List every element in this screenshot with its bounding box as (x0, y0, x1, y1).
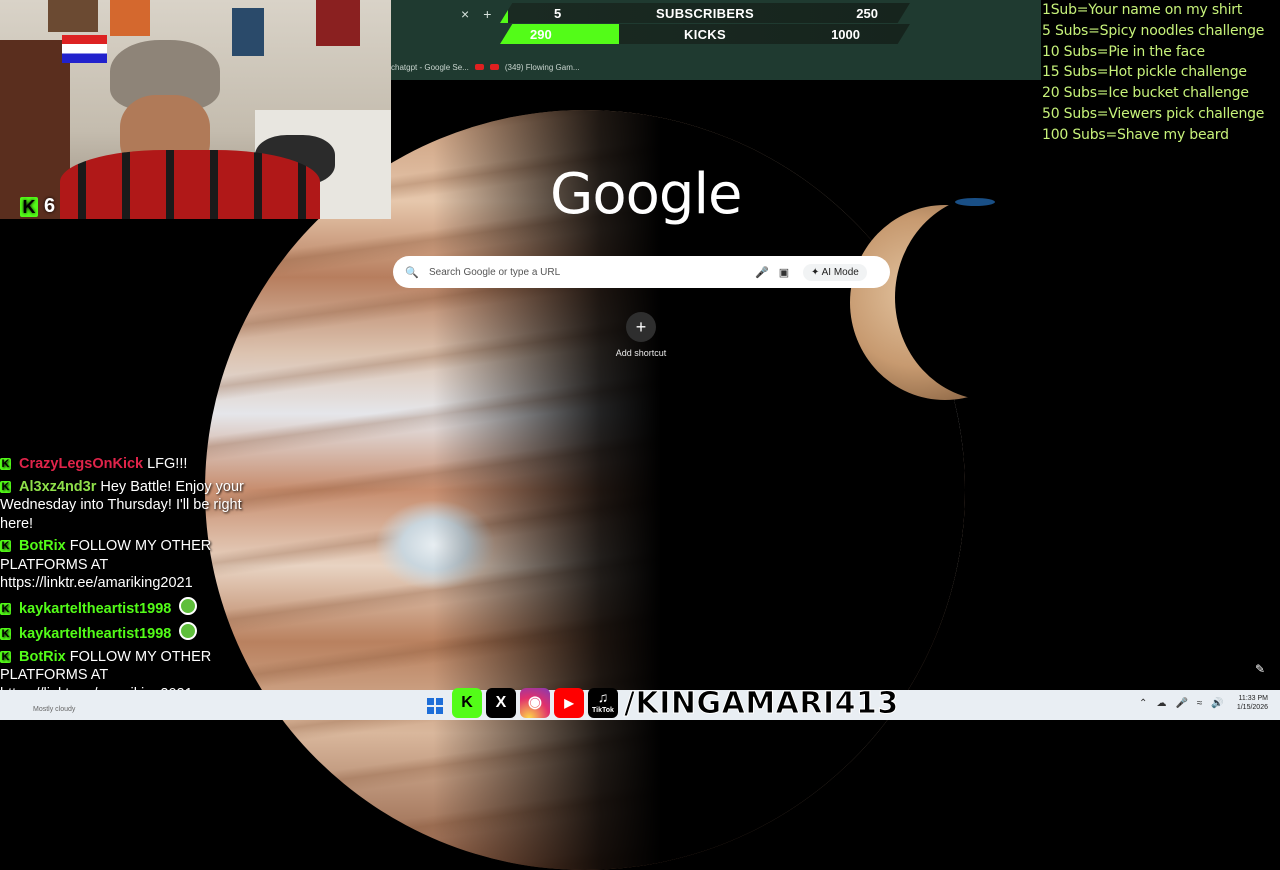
webcam-poster (232, 8, 264, 56)
chat-username: kaykarteltheartist1998 (19, 626, 172, 642)
chat-overlay: K CrazyLegsOnKick LFG!!! K Al3xz4nd3r Hey Ba… (0, 455, 265, 707)
kick-badge-icon: K (0, 602, 11, 615)
tiktok-logo-icon: ♫ TikTok (588, 688, 618, 718)
google-lens-icon[interactable]: ▣ (773, 266, 795, 279)
google-logo: Google (550, 162, 742, 227)
tiktok-note-icon: ♫ (597, 689, 609, 705)
microphone-icon[interactable]: 🎤 (1175, 698, 1187, 709)
add-shortcut-button[interactable]: + Add shortcut (601, 312, 681, 358)
wallpaper-moon-shadow (895, 195, 1085, 400)
chat-message: K CrazyLegsOnKick LFG!!! (0, 455, 265, 474)
chat-username: Al3xz4nd3r (19, 478, 97, 495)
close-tab-icon[interactable]: × (461, 6, 469, 22)
sub-goal-item: 20 Subs=Ice bucket challenge (1042, 85, 1249, 102)
stream-goal-overlay: 5 SUBSCRIBERS 250 290 KICKS 1000 (500, 3, 910, 45)
bookmarks-bar: chatgpt - Google Se... (349) Flowing Gam… (391, 60, 580, 74)
webcam-poster (316, 0, 360, 46)
new-tab-icon[interactable]: + (483, 6, 491, 22)
webcam-feed: K 6 (0, 0, 391, 219)
chat-message: Kkaykarteltheartist1998 (0, 622, 265, 644)
wallpaper-moon-glow (955, 198, 995, 206)
webcam-flag (62, 35, 107, 63)
emote-icon (179, 596, 198, 615)
ai-mode-button[interactable]: ✦ AI Mode (803, 263, 867, 281)
add-shortcut-label: Add shortcut (615, 348, 667, 358)
youtube-icon (489, 64, 499, 70)
tiktok-label: TikTok (592, 707, 614, 714)
cloud-icon[interactable]: ☁ (1156, 698, 1166, 709)
clock-time: 11:33 PM (1238, 695, 1268, 702)
search-input[interactable] (427, 265, 751, 279)
sub-goal-item: 50 Subs=Viewers pick challenge (1042, 105, 1265, 122)
volume-icon[interactable]: 🔊 (1211, 698, 1223, 709)
sub-goal-item: 1Sub=Your name on my shirt (1042, 2, 1243, 18)
plus-icon: + (626, 312, 656, 342)
kick-logo-icon: K (20, 196, 38, 217)
microphone-icon[interactable]: 🎤 (751, 266, 773, 279)
sub-goals-list: 1Sub=Your name on my shirt 5 Subs=Spicy … (1042, 0, 1280, 146)
kicks-target: 1000 (831, 27, 860, 42)
clock-date: 1/15/2026 (1236, 704, 1268, 711)
chat-text: LFG!!! (147, 456, 188, 472)
kick-logo-icon: K (452, 688, 482, 718)
subscribers-target: 250 (856, 6, 878, 21)
chat-username: BotRix (19, 648, 66, 665)
chat-username: kaykarteltheartist1998 (19, 600, 172, 617)
kicks-goal: 290 KICKS 1000 (500, 24, 910, 44)
instagram-logo-icon: ◉ (520, 688, 550, 718)
ai-mode-label: AI Mode (821, 266, 859, 278)
kick-badge-icon: K (0, 650, 11, 663)
kick-badge-icon: K (0, 540, 11, 552)
youtube-icon[interactable] (474, 64, 484, 70)
windows-start-icon[interactable] (427, 698, 443, 714)
search-icon: 🔍 (405, 266, 419, 279)
subscribers-goal: 5 SUBSCRIBERS 250 (500, 3, 910, 23)
x-logo-icon: X (486, 688, 516, 718)
clock[interactable]: 11:33 PM 1/15/2026 (1237, 694, 1268, 712)
viewer-count-badge: K 6 (20, 195, 55, 218)
kick-badge-icon: K (0, 458, 11, 470)
social-links-strip: K X ◉ ▶ ♫ TikTok /KINGAMARI413 (452, 685, 899, 721)
bookmark-flowing-games[interactable]: (349) Flowing Gam... (505, 63, 580, 72)
chat-message: Kkaykarteltheartist1998 (0, 596, 265, 619)
youtube-logo-icon: ▶ (554, 688, 584, 718)
network-icon[interactable]: ≈ (1197, 698, 1203, 709)
emote-icon (179, 622, 198, 640)
webcam-poster (110, 0, 150, 36)
google-search-box[interactable]: 🔍 🎤 ▣ ✦ AI Mode (393, 256, 890, 288)
kick-badge-icon: K (0, 628, 11, 640)
chat-username: CrazyLegsOnKick (19, 456, 144, 472)
chat-username: BotRix (19, 538, 66, 554)
system-tray: ⌃ ☁ 🎤 ≈ 🔊 11:33 PM 1/15/2026 (1139, 694, 1268, 712)
sub-goal-item: 100 Subs=Shave my beard (1042, 126, 1229, 143)
chat-message: KBotRixFOLLOW MY OTHER PLATFORMS AT http… (0, 537, 265, 593)
sub-goal-item: 5 Subs=Spicy noodles challenge (1042, 22, 1265, 39)
weather-widget[interactable]: Mostly cloudy (33, 706, 75, 713)
chevron-up-icon[interactable]: ⌃ (1139, 698, 1147, 709)
kick-badge-icon: K (0, 480, 11, 493)
social-handle: /KINGAMARI413 (624, 685, 899, 721)
tabstrip-controls: × + (461, 6, 491, 22)
customize-pencil-icon[interactable]: ✎ (1255, 662, 1265, 676)
webcam-poster (48, 0, 98, 32)
chat-message: K Al3xz4nd3r Hey Battle! Enjoy your Wednes… (0, 478, 265, 534)
bookmark-chatgpt[interactable]: chatgpt - Google Se... (391, 63, 469, 72)
sub-goal-item: 15 Subs=Hot pickle challenge (1042, 64, 1247, 81)
sub-goal-item: 10 Subs=Pie in the face (1042, 43, 1205, 60)
subscribers-label: SUBSCRIBERS (656, 6, 754, 21)
viewer-count: 6 (44, 195, 56, 217)
webcam-shirt (60, 150, 320, 219)
